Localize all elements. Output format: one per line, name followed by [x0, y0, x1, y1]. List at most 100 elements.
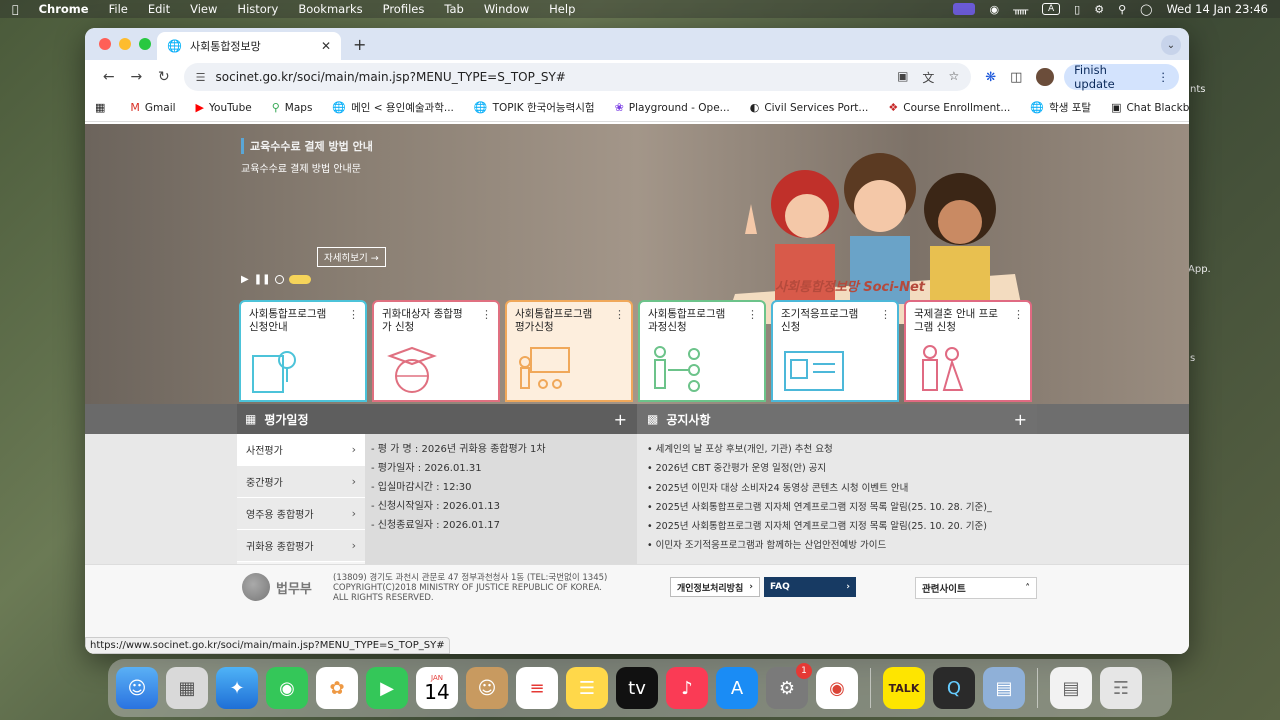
card-intl-marriage[interactable]: 국제결혼 안내 프로그램 신청 ⋮ — [904, 300, 1032, 402]
site-info-icon[interactable]: ☰ — [196, 71, 206, 84]
stop-record-icon[interactable]: ◉ — [989, 3, 999, 16]
close-tab-icon[interactable]: ✕ — [321, 39, 331, 53]
bookmark-gmail[interactable]: M Gmail — [130, 101, 175, 114]
browser-tab[interactable]: 🌐 사회통합정보망 ✕ — [157, 32, 341, 60]
notice-text[interactable]: 2025년 사회통합프로그램 지자체 연계프로그램 지정 목록 알림(25. 1… — [656, 502, 992, 513]
menu-tab[interactable]: Tab — [444, 2, 463, 16]
kebab-icon[interactable]: ⋮ — [1013, 308, 1024, 321]
menu-window[interactable]: Window — [484, 2, 529, 16]
facetime-icon[interactable]: ▶ — [366, 667, 408, 709]
extension-puzzle-icon[interactable]: ❋ — [985, 70, 996, 85]
menu-profiles[interactable]: Profiles — [383, 2, 425, 16]
carousel-dot-active[interactable] — [289, 275, 312, 284]
tab-naturalization-eval[interactable]: 귀화용 종합평가 › — [237, 530, 365, 562]
menu-help[interactable]: Help — [549, 2, 575, 16]
notice-more-plus-icon[interactable]: + — [1014, 410, 1027, 429]
notice-text[interactable]: 2026년 CBT 중간평가 운영 일정(안) 공지 — [656, 463, 827, 474]
notice-item[interactable]: • 세계인의 날 포상 후보(개인, 기관) 추천 요청 — [647, 440, 1027, 459]
preview-icon[interactable]: ▤ — [983, 667, 1025, 709]
apple-menu-icon[interactable]:  — [12, 3, 19, 16]
url-text[interactable]: socinet.go.kr/soci/main/main.jsp?MENU_TY… — [216, 70, 566, 84]
card-program-eval[interactable]: 사회통합프로그램 평가신청 ⋮ — [505, 300, 633, 402]
notice-item[interactable]: • 2026년 CBT 중간평가 운영 일정(안) 공지 — [647, 459, 1027, 478]
faq-button[interactable]: FAQ › — [764, 577, 856, 597]
notice-item[interactable]: • 2025년 이민자 대상 소비자24 동영상 콘텐츠 시청 이벤트 안내 — [647, 479, 1027, 498]
notice-text[interactable]: 세계인의 날 포상 후보(개인, 기관) 추천 요청 — [656, 444, 833, 455]
kakaotalk-icon[interactable]: TALK — [883, 667, 925, 709]
contacts-icon[interactable]: ☺ — [466, 667, 508, 709]
menu-file[interactable]: File — [109, 2, 128, 16]
close-window-button[interactable] — [99, 38, 111, 50]
minimize-window-button[interactable] — [119, 38, 131, 50]
safari-icon[interactable]: ✦ — [216, 667, 258, 709]
hero-more-button[interactable]: 자세히보기 → — [317, 247, 386, 267]
related-sites-dropdown[interactable]: 관련사이트 ˄ — [915, 577, 1037, 599]
bookmark-playground[interactable]: ❀ Playground - Ope... — [615, 101, 730, 114]
calendar-icon[interactable]: JAN 14 — [416, 667, 458, 709]
card-naturalization-eval[interactable]: 귀화대상자 종합평가 신청 ⋮ — [372, 300, 500, 402]
appstore-icon[interactable]: A — [716, 667, 758, 709]
menu-edit[interactable]: Edit — [148, 2, 170, 16]
carousel-dot[interactable] — [275, 275, 285, 284]
menu-view[interactable]: View — [190, 2, 217, 16]
battery-icon[interactable]: ▯ — [1074, 3, 1080, 16]
control-center-icon[interactable]: ⚙ — [1094, 3, 1104, 16]
privacy-policy-button[interactable]: 개인정보처리방침 › — [670, 577, 760, 597]
bookmark-topik[interactable]: 🌐 TOPIK 한국어능력시험 — [474, 100, 595, 115]
play-icon[interactable]: ▶ — [241, 274, 249, 285]
photos-icon[interactable]: ✿ — [316, 667, 358, 709]
notice-item[interactable]: • 2025년 사회통합프로그램 지자체 연계프로그램 지정 목록 알림(25.… — [647, 517, 1027, 536]
kebab-icon[interactable]: ⋮ — [880, 308, 891, 321]
bookmark-star-icon[interactable]: ☆ — [948, 69, 959, 86]
kebab-icon[interactable]: ⋮ — [747, 308, 758, 321]
quicktime-icon[interactable]: Q — [933, 667, 975, 709]
bookmark-student-portal[interactable]: 🌐 학생 포탈 — [1030, 100, 1091, 115]
document-icon[interactable]: ▤ — [1050, 667, 1092, 709]
launchpad-icon[interactable]: ▦ — [166, 667, 208, 709]
card-program-guide[interactable]: 사회통합프로그램 신청안내 ⋮ — [239, 300, 367, 402]
tab-mid-eval[interactable]: 중간평가 › — [237, 466, 365, 498]
appletv-icon[interactable]: tv — [616, 667, 658, 709]
schedule-more-plus-icon[interactable]: + — [614, 410, 627, 429]
extensions-icon[interactable]: ◫ — [1010, 70, 1022, 85]
finish-update-button[interactable]: Finish update ⋮ — [1064, 63, 1179, 91]
translate-icon[interactable]: 文 — [922, 69, 934, 86]
back-icon[interactable]: ← — [95, 69, 123, 85]
search-icon[interactable]: ⚲ — [1118, 3, 1126, 16]
menubar-clock[interactable]: Wed 14 Jan 23:46 — [1166, 2, 1268, 16]
user-switch-icon[interactable]: ◯ — [1140, 3, 1152, 16]
hero-title[interactable]: 교육수수료 결제 방법 안내 — [241, 138, 373, 154]
bookmark-blackbox[interactable]: ▣ Chat Blackbox: AI... — [1111, 101, 1189, 114]
bookmark-yongin[interactable]: 🌐 메인 < 용인예술과학... — [332, 100, 453, 115]
trash-icon[interactable]: ☶ — [1100, 667, 1142, 709]
apps-grid-icon[interactable]: ▦ — [95, 101, 110, 114]
forward-icon[interactable]: → — [123, 69, 151, 85]
notice-text[interactable]: 이민자 조기적응프로그램과 함께하는 산업안전예방 가이드 — [656, 540, 887, 551]
finder-icon[interactable]: ☺ — [116, 667, 158, 709]
messages-icon[interactable]: ◉ — [266, 667, 308, 709]
notice-text[interactable]: 2025년 사회통합프로그램 지자체 연계프로그램 지정 목록 알림(25. 1… — [656, 521, 987, 532]
tab-permanent-eval[interactable]: 영주용 종합평가 › — [237, 498, 365, 530]
music-icon[interactable]: ♪ — [666, 667, 708, 709]
screen-record-icon[interactable] — [953, 3, 976, 15]
notice-item[interactable]: • 이민자 조기적응프로그램과 함께하는 산업안전예방 가이드 — [647, 536, 1027, 555]
notice-text[interactable]: 2025년 이민자 대상 소비자24 동영상 콘텐츠 시청 이벤트 안내 — [656, 483, 909, 494]
no-camera-icon[interactable]: ▣ — [897, 69, 908, 86]
notice-item[interactable]: • 2025년 사회통합프로그램 지자체 연계프로그램 지정 목록 알림(25.… — [647, 498, 1027, 517]
chrome-icon[interactable]: ◉ — [816, 667, 858, 709]
menu-bookmarks[interactable]: Bookmarks — [298, 2, 362, 16]
settings-icon[interactable]: ⚙ 1 — [766, 663, 812, 709]
bookmark-course-enrollment[interactable]: ❖ Course Enrollment... — [888, 101, 1010, 114]
tab-pre-eval[interactable]: 사전평가 › — [237, 434, 365, 466]
notes-icon[interactable]: ☰ — [566, 667, 608, 709]
kebab-icon[interactable]: ⋮ — [481, 308, 492, 321]
zoom-window-button[interactable] — [139, 38, 151, 50]
address-bar[interactable]: ☰ socinet.go.kr/soci/main/main.jsp?MENU_… — [183, 63, 972, 91]
tab-search-icon[interactable]: ⌄ — [1161, 35, 1181, 55]
bookmark-civil-services[interactable]: ◐ Civil Services Port... — [750, 101, 869, 114]
kebab-icon[interactable]: ⋮ — [348, 308, 359, 321]
new-tab-button[interactable]: + — [353, 35, 366, 54]
pause-icon[interactable]: ❚❚ — [254, 274, 271, 285]
card-early-adaptation[interactable]: 조기적응프로그램 신청 ⋮ — [771, 300, 899, 402]
menu-history[interactable]: History — [237, 2, 278, 16]
